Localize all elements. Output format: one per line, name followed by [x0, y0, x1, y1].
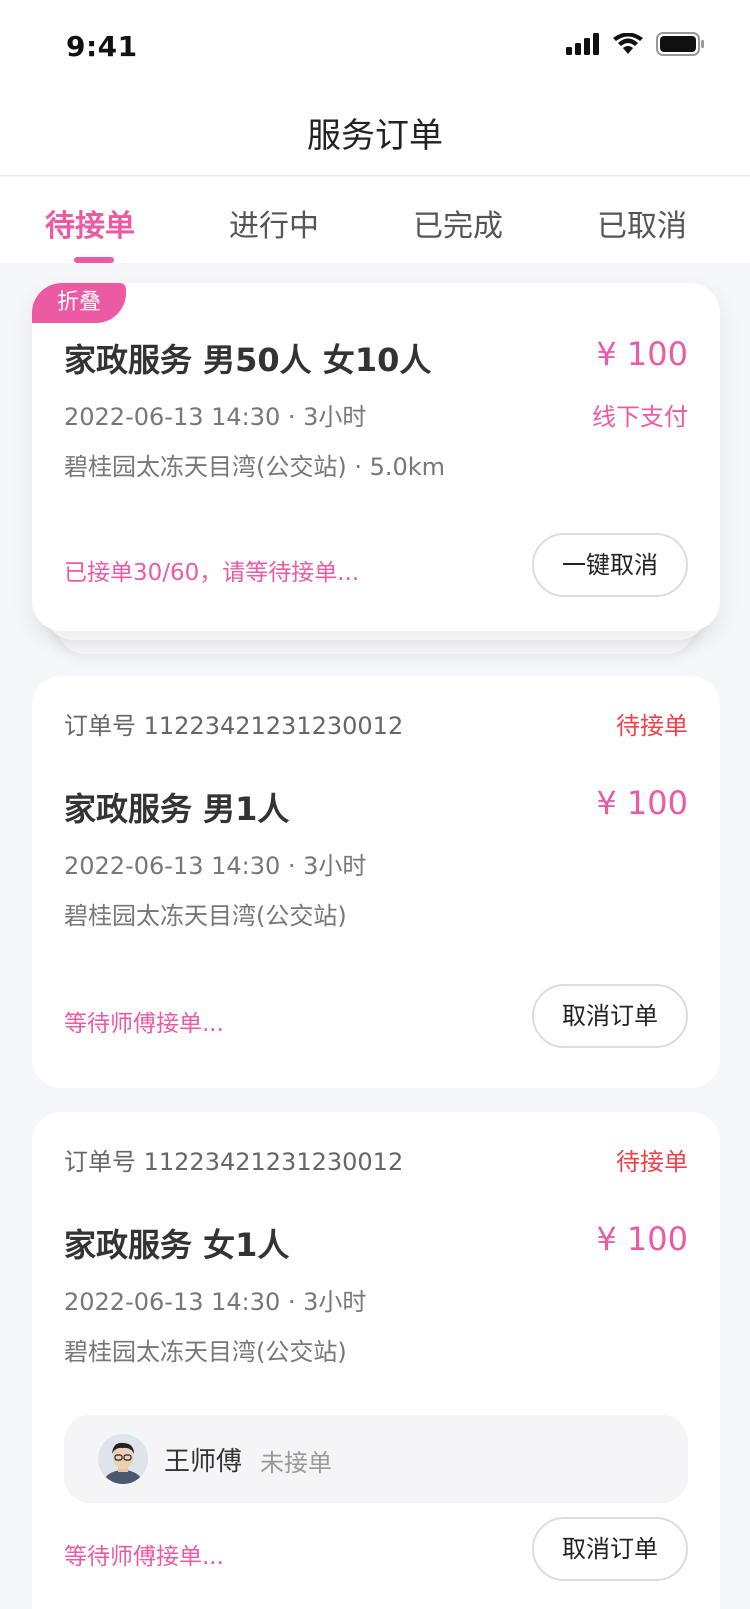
order-hint: 等待师傅接单... — [64, 1544, 224, 1570]
tab-active-indicator — [74, 257, 114, 263]
order-number: 订单号 11223421231230012 — [64, 712, 404, 740]
worker-status: 未接单 — [260, 1449, 332, 1477]
cancel-order-button[interactable]: 取消订单 — [532, 984, 688, 1048]
service-time: 2022-06-13 14:30 · 3小时 — [64, 1288, 367, 1316]
cancel-all-button[interactable]: 一键取消 — [532, 533, 688, 597]
page-title: 服务订单 — [307, 116, 443, 156]
tab-pending[interactable]: 待接单 — [0, 201, 180, 245]
status-badge: 待接单 — [616, 712, 688, 740]
service-address: 碧桂园太冻天目湾(公交站) — [64, 902, 347, 930]
signal-icon — [566, 33, 599, 55]
order-number: 订单号 11223421231230012 — [64, 1148, 404, 1176]
order-price: ¥ 100 — [596, 335, 688, 373]
worker-name: 王师傅 — [164, 1447, 243, 1477]
service-address: 碧桂园太冻天目湾(公交站) · 5.0km — [64, 453, 446, 481]
order-price: ¥ 100 — [596, 784, 688, 822]
worker-info[interactable]: 王师傅 未接单 — [64, 1415, 688, 1503]
order-hint: 已接单30/60，请等待接单... — [64, 560, 360, 586]
nav-bar: 服务订单 — [0, 88, 750, 176]
tab-completed[interactable]: 已完成 — [368, 201, 548, 245]
status-time: 9:41 — [66, 30, 138, 63]
order-card-group[interactable]: 折叠 家政服务 男50人 女10人 ¥ 100 2022-06-13 14:30… — [32, 283, 720, 631]
fold-tag[interactable]: 折叠 — [32, 283, 126, 323]
order-tabs: 待接单 进行中 已完成 已取消 — [0, 177, 750, 263]
battery-icon — [656, 32, 704, 56]
order-price: ¥ 100 — [596, 1220, 688, 1258]
order-hint: 等待师傅接单... — [64, 1011, 224, 1037]
cancel-order-button[interactable]: 取消订单 — [532, 1517, 688, 1581]
avatar — [98, 1434, 148, 1484]
wifi-icon — [613, 33, 643, 54]
status-icons — [566, 32, 704, 56]
order-card[interactable]: 订单号 11223421231230012 待接单 家政服务 女1人 ¥ 100… — [32, 1112, 720, 1609]
status-bar: 9:41 — [0, 0, 750, 88]
tab-cancelled[interactable]: 已取消 — [552, 201, 732, 245]
status-badge: 待接单 — [616, 1148, 688, 1176]
order-card[interactable]: 订单号 11223421231230012 待接单 家政服务 男1人 ¥ 100… — [32, 676, 720, 1088]
service-time: 2022-06-13 14:30 · 3小时 — [64, 403, 367, 431]
service-title: 家政服务 女1人 — [64, 1226, 290, 1264]
service-address: 碧桂园太冻天目湾(公交站) — [64, 1338, 347, 1366]
payment-method: 线下支付 — [592, 403, 688, 431]
service-title: 家政服务 男1人 — [64, 790, 290, 828]
service-title: 家政服务 男50人 女10人 — [64, 341, 432, 379]
tab-in-progress[interactable]: 进行中 — [184, 201, 364, 245]
service-time: 2022-06-13 14:30 · 3小时 — [64, 852, 367, 880]
